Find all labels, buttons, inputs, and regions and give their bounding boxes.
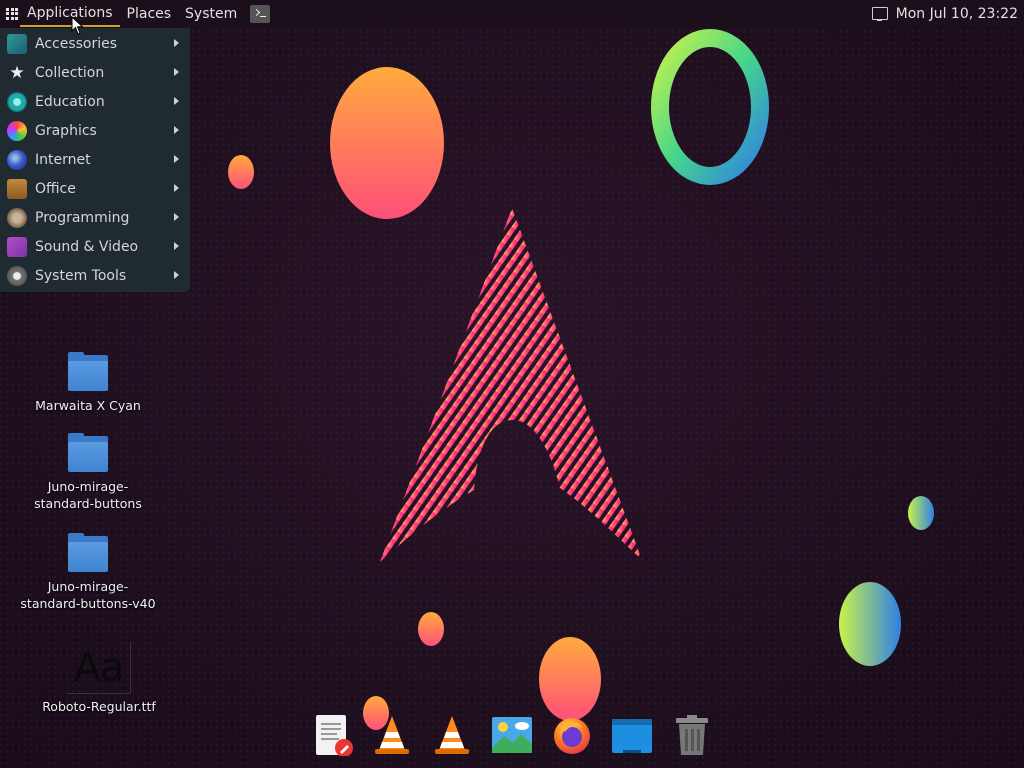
green-bubble [908, 496, 934, 530]
image-viewer-icon[interactable] [491, 714, 533, 756]
arch-logo [380, 208, 642, 562]
mouse-cursor-icon [71, 16, 84, 35]
desktop-icon-marwaita-x-cyan[interactable]: Marwaita X Cyan [13, 352, 163, 414]
desktop-icon-label: Roboto-Regular.ttf [42, 699, 156, 714]
vlc-icon[interactable] [431, 714, 473, 756]
folder-icon [68, 533, 108, 572]
vlc-icon[interactable] [371, 714, 413, 756]
firefox-icon[interactable] [551, 714, 593, 756]
folder-icon [68, 352, 108, 391]
orange-bubble [418, 612, 444, 646]
file-manager-icon[interactable] [611, 714, 653, 756]
desktop-icon-juno-mirage-standard-buttons[interactable]: Juno-mirage- standard-buttons [13, 433, 163, 512]
green-bubble [839, 582, 901, 666]
folder-icon [68, 433, 108, 472]
orange-bubble [228, 155, 254, 189]
font-file-icon: Aa [67, 642, 131, 694]
orange-bubble [330, 67, 444, 219]
gradient-ring [651, 29, 769, 185]
desktop-icon-label: Marwaita X Cyan [35, 398, 141, 413]
desktop-icon-juno-mirage-standard-buttons-v40[interactable]: Juno-mirage- standard-buttons-v40 [13, 533, 163, 612]
desktop-icon-label: Juno-mirage- standard-buttons-v40 [20, 579, 156, 611]
orange-bubble [539, 637, 601, 721]
text-editor-icon[interactable] [312, 714, 354, 756]
desktop-icon-label: Juno-mirage- standard-buttons [34, 479, 142, 511]
desktop-icon-roboto-regular-ttf[interactable]: Aa Roboto-Regular.ttf [24, 642, 174, 715]
trash-icon[interactable] [671, 714, 713, 756]
